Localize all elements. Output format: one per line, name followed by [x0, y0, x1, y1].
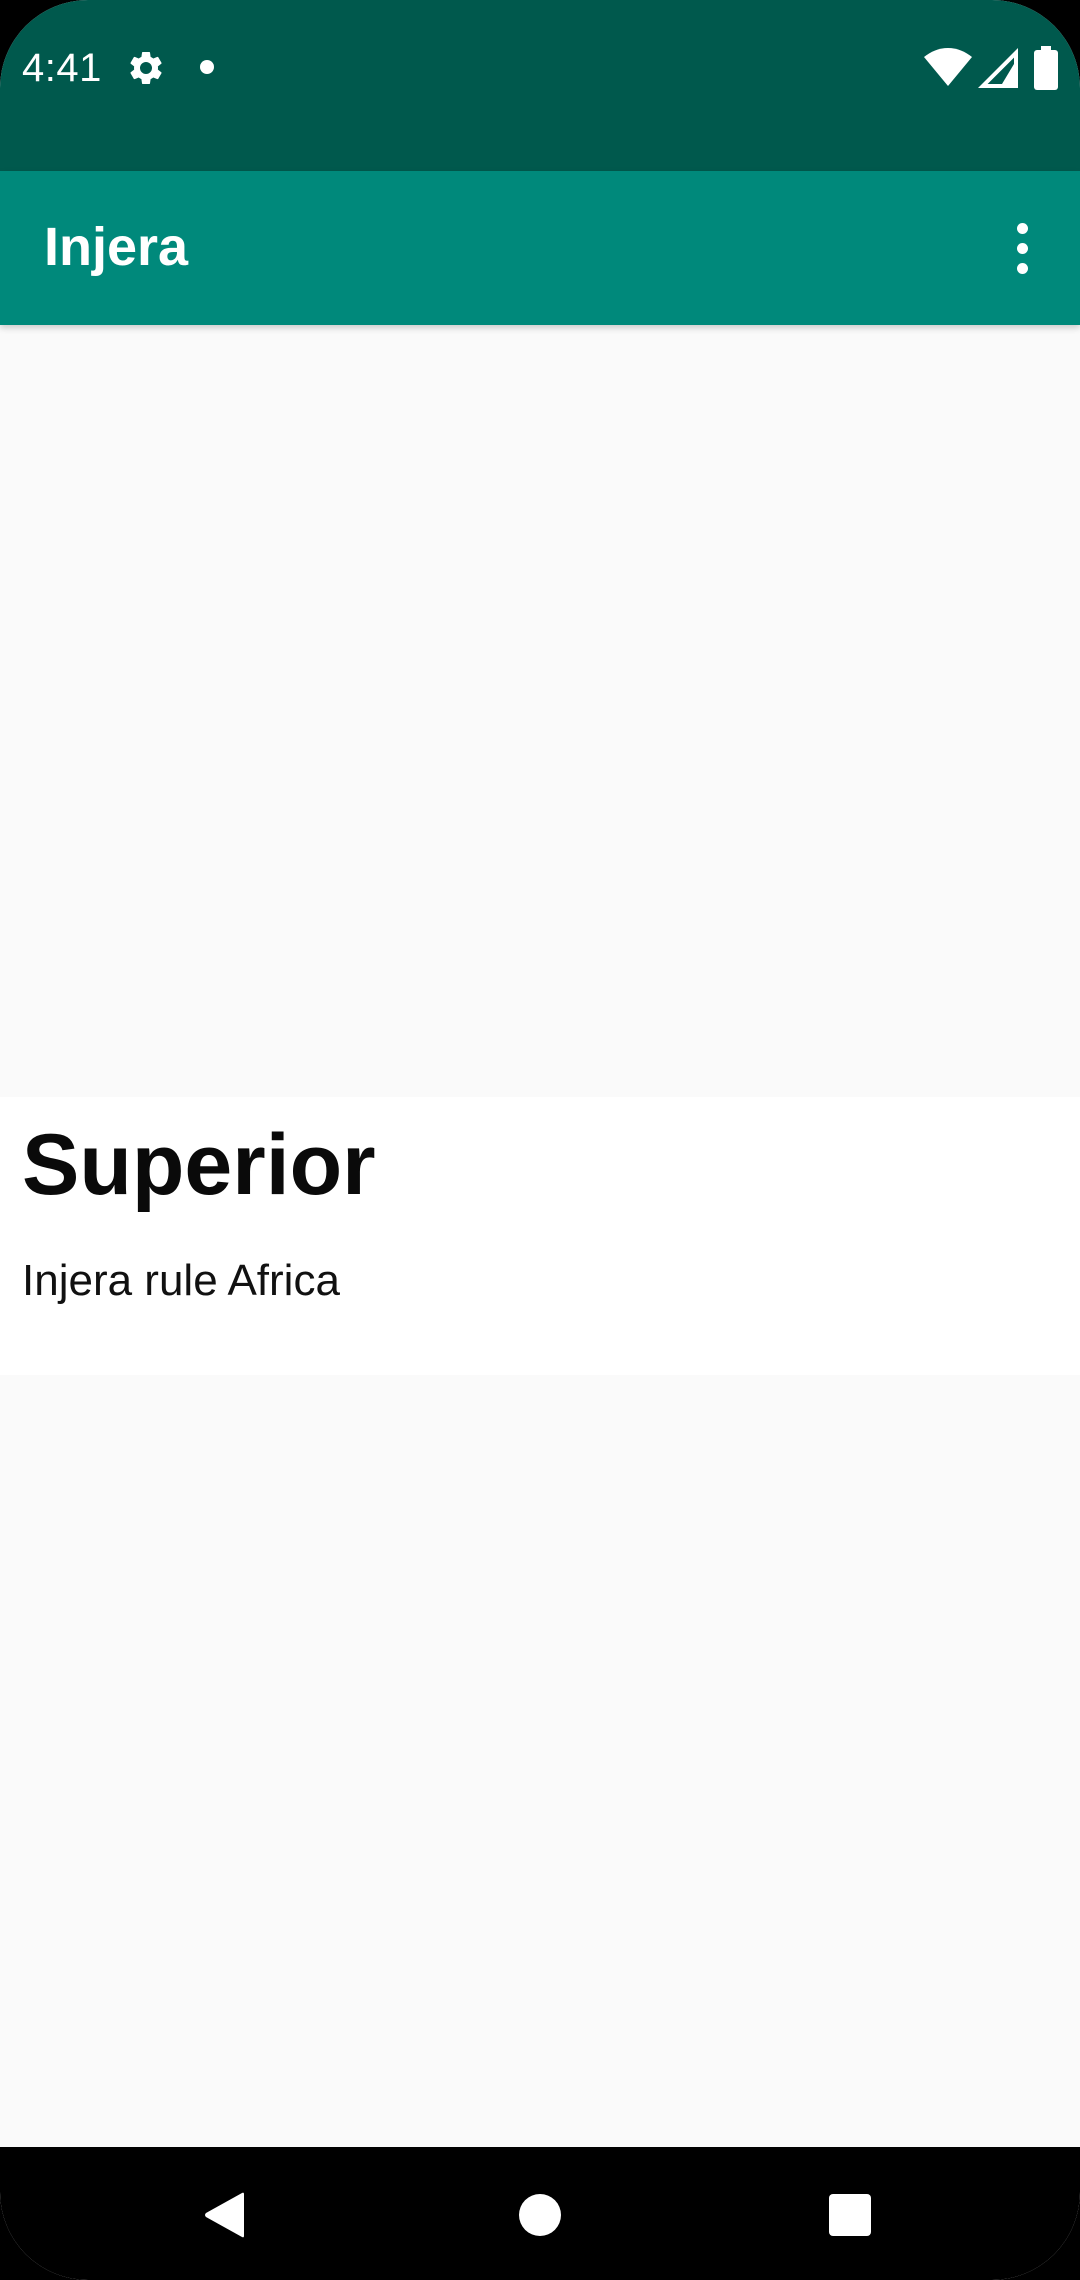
- status-time: 4:41: [22, 46, 102, 90]
- app-title: Injera: [44, 217, 189, 277]
- more-vert-icon: [1016, 262, 1028, 274]
- phone-screen: 4:41 Injera Superior Injera rule Africa: [0, 0, 1080, 2280]
- notification-dot-icon: [200, 60, 214, 74]
- more-vert-icon: [1016, 222, 1028, 234]
- recents-icon[interactable]: [829, 2194, 871, 2236]
- app-bar: Injera: [0, 171, 1080, 325]
- more-options-button[interactable]: [988, 214, 1056, 282]
- main-content: Superior Injera rule Africa: [0, 325, 1080, 2147]
- navigation-bar: [0, 2147, 1080, 2280]
- battery-icon: [1034, 46, 1058, 90]
- signal-icon: [978, 48, 1018, 88]
- content-card: Superior Injera rule Africa: [0, 1097, 1080, 1375]
- gear-icon: [130, 51, 162, 84]
- more-vert-icon: [1016, 242, 1028, 254]
- card-title: Superior: [22, 1117, 376, 1213]
- card-text: Injera rule Africa: [22, 1256, 340, 1305]
- wifi-icon: [924, 48, 972, 86]
- status-bar: 4:41: [0, 0, 1080, 171]
- back-icon[interactable]: [204, 2192, 246, 2238]
- home-icon[interactable]: [519, 2194, 561, 2236]
